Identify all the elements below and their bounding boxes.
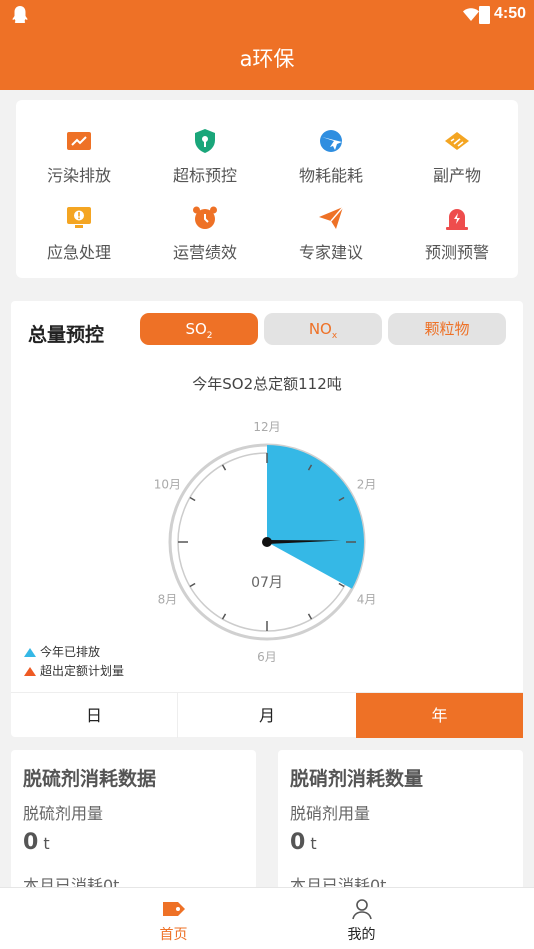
- menu-item-byproduct[interactable]: 副产物: [394, 110, 520, 185]
- dial-month-label: 4月: [357, 593, 377, 607]
- tab-label: 年: [431, 706, 448, 725]
- dial-month-label: 6月: [257, 650, 277, 664]
- menu-item-pollution-emission[interactable]: 污染排放: [16, 110, 142, 185]
- paper-plane-icon: [319, 206, 344, 229]
- card-value: 0t: [290, 830, 317, 855]
- segment-label: NO: [308, 320, 332, 338]
- legend-label: 超出定额计划量: [40, 664, 125, 678]
- menu-item-forecast-warning[interactable]: 预测预警: [394, 187, 520, 262]
- alarm-light-icon: [446, 209, 468, 230]
- card-title: 脱硝剂消耗数量: [290, 768, 424, 790]
- menu-item-expert-advice[interactable]: 专家建议: [268, 187, 394, 262]
- value-number: 0: [290, 830, 306, 855]
- clock-badge-icon: [193, 206, 217, 229]
- triangle-marker-icon: [24, 648, 36, 657]
- menu-item-emergency[interactable]: 应急处理: [16, 187, 142, 262]
- menu-item-overlimit-control[interactable]: 超标预控: [142, 110, 268, 185]
- segment-subscript: x: [331, 331, 338, 341]
- dial-month-label: 12月: [253, 420, 280, 434]
- wifi-icon: [463, 8, 479, 21]
- menu-item-material-energy[interactable]: 物耗能耗: [268, 110, 394, 185]
- feature-menu: 污染排放 超标预控 物耗能耗 副产物 应急处理 运营绩效 专家建议 预测预警: [16, 100, 518, 278]
- segment-subscript: 2: [206, 331, 213, 341]
- battery-icon: [479, 6, 490, 24]
- dial-body: 12月 2月 4月 6月 8月 10月 07月: [154, 420, 377, 664]
- user-icon: [352, 899, 372, 920]
- menu-item-label: 专家建议: [298, 243, 363, 262]
- segment-label: 颗粒物: [424, 320, 470, 338]
- menu-item-label: 超标预控: [172, 166, 237, 185]
- app-bar: a环保: [0, 30, 534, 90]
- quota-text: 今年SO2总定额112吨: [192, 375, 342, 393]
- emission-dial: 12月 2月 4月 6月 8月 10月 07月: [154, 420, 377, 664]
- segment-particulate[interactable]: 颗粒物: [388, 313, 506, 345]
- tab-label: 日: [85, 706, 102, 725]
- qq-notification-icon: [12, 6, 28, 23]
- menu-item-label: 预测预警: [424, 243, 489, 262]
- nav-mine[interactable]: 我的: [228, 888, 495, 949]
- layers-icon: [445, 132, 469, 150]
- triangle-marker-icon: [24, 667, 36, 676]
- trend-chart-icon: [67, 132, 91, 150]
- denitrifier-card[interactable]: 脱硝剂消耗数量 脱硝剂用量 0t 本月已消耗0t: [278, 750, 523, 890]
- status-bar: 4:50: [0, 0, 534, 30]
- value-unit: t: [310, 834, 317, 853]
- menu-item-label: 运营绩效: [172, 243, 237, 262]
- menu-item-label: 副产物: [432, 166, 481, 185]
- bottom-nav: 首页 我的: [0, 887, 534, 949]
- card-title: 脱硫剂消耗数据: [23, 768, 157, 790]
- desulfurizer-card[interactable]: 脱硫剂消耗数据 脱硫剂用量 0t 本月已消耗0t: [11, 750, 256, 890]
- legend-label: 今年已排放: [40, 645, 101, 659]
- clock: 4:50: [494, 5, 527, 22]
- legend-emitted: 今年已排放: [24, 643, 100, 660]
- globe-plane-icon: [320, 130, 342, 152]
- value-unit: t: [43, 834, 50, 853]
- menu-item-operation-performance[interactable]: 运营绩效: [142, 187, 268, 262]
- menu-item-label: 物耗能耗: [298, 166, 363, 185]
- menu-item-label: 污染排放: [46, 166, 111, 185]
- dial-month-label: 2月: [357, 478, 377, 492]
- card-value: 0t: [23, 830, 50, 855]
- dial-center-label: 07月: [251, 575, 283, 591]
- segment-label: SO: [185, 320, 207, 338]
- legend-overrun: 超出定额计划量: [24, 662, 124, 679]
- panel-title: 总量预控: [28, 324, 105, 346]
- tab-year[interactable]: 年: [356, 693, 523, 738]
- value-number: 0: [23, 830, 39, 855]
- shield-icon: [195, 129, 215, 153]
- period-tabs: 日 月 年: [11, 692, 523, 738]
- tag-icon: [163, 902, 185, 916]
- tab-label: 月: [258, 706, 275, 725]
- card-subtitle: 脱硫剂用量: [23, 804, 104, 823]
- segment-so2[interactable]: SO2: [140, 313, 258, 345]
- tab-day[interactable]: 日: [11, 693, 178, 738]
- tab-month[interactable]: 月: [178, 693, 356, 738]
- dial-month-label: 10月: [154, 478, 181, 492]
- warning-monitor-icon: [67, 207, 91, 228]
- segment-nox[interactable]: NOx: [264, 313, 382, 345]
- menu-item-label: 应急处理: [46, 243, 111, 262]
- dial-month-label: 8月: [158, 593, 178, 607]
- card-subtitle: 脱硝剂用量: [290, 804, 371, 823]
- nav-label: 我的: [347, 927, 376, 943]
- app-title: a环保: [239, 47, 295, 71]
- dial-pivot: [262, 537, 272, 547]
